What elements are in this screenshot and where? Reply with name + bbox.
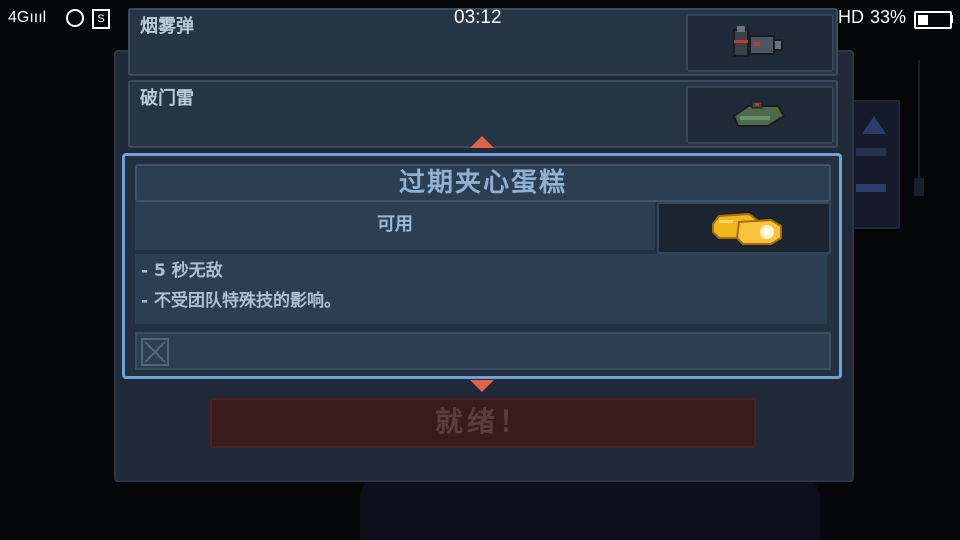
list-item-label: 破门雷	[140, 88, 194, 109]
battery-tip	[950, 15, 953, 23]
background-cord	[918, 60, 920, 180]
scroll-up-arrow[interactable]	[470, 136, 494, 148]
description-line: - 不受团队特殊技的影响。	[141, 291, 341, 311]
network-indicator: 4Gıııl	[8, 9, 47, 26]
cake-icon	[712, 212, 782, 245]
item-status: 可用	[135, 202, 655, 250]
scroll-down-arrow[interactable]	[470, 380, 494, 392]
clock: 03:12	[454, 7, 502, 28]
background-bar	[856, 184, 886, 192]
item-icon-slot	[657, 202, 831, 254]
background-triangle	[862, 116, 886, 134]
background-bar	[856, 148, 886, 156]
description-line: - 5 秒无敌	[141, 261, 223, 281]
network-type: 4G	[8, 9, 30, 26]
disabled-checkbox-icon[interactable]	[141, 338, 169, 366]
system-status-bar: 4Gıııl S 03:12 HD 33%	[0, 0, 960, 36]
item-description: - 5 秒无敌 - 不受团队特殊技的影响。	[135, 254, 827, 324]
sync-icon	[66, 9, 84, 27]
battery-icon	[914, 11, 952, 29]
dialog-footer	[135, 332, 831, 370]
background-door-panel	[848, 100, 900, 229]
app-notification-icon: S	[92, 9, 110, 29]
battery-level	[918, 15, 928, 25]
item-detail-dialog: 过期夹心蛋糕 可用 - 5 秒无敌 - 不受团队特殊技的影响。	[122, 153, 842, 379]
battery-percentage: 33%	[870, 7, 907, 27]
ready-button[interactable]: 就绪！	[210, 398, 756, 448]
item-slot	[686, 86, 834, 144]
hd-indicator: HD	[838, 7, 864, 27]
breaching-charge-icon	[732, 101, 786, 127]
item-title: 过期夹心蛋糕	[135, 164, 831, 202]
background-cord-end	[914, 178, 924, 196]
